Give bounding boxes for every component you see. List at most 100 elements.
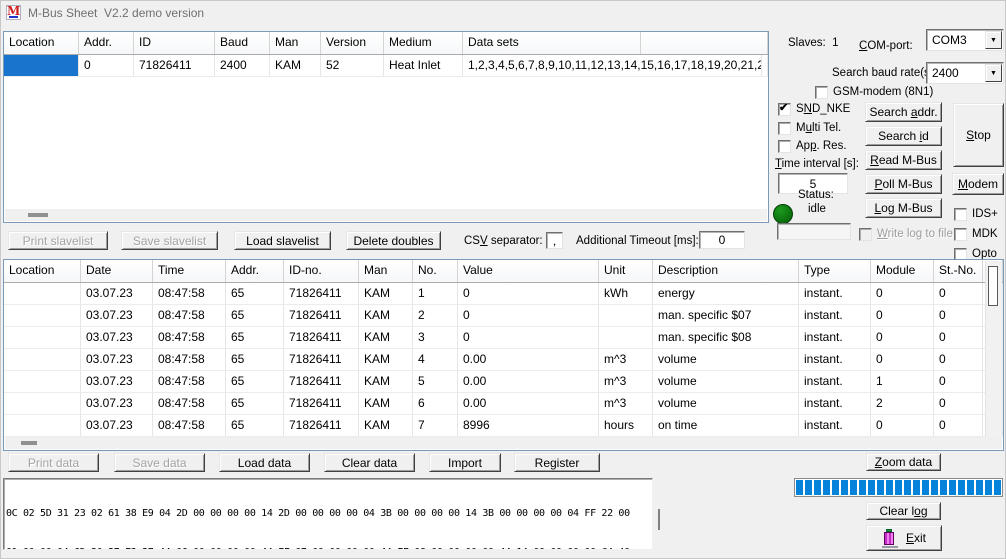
column-header[interactable]: Module xyxy=(871,260,934,282)
checkbox-box[interactable] xyxy=(815,86,828,99)
table-cell[interactable]: energy xyxy=(653,283,799,304)
table-cell[interactable]: 71826411 xyxy=(284,305,359,326)
table-cell[interactable] xyxy=(599,327,653,348)
table-cell[interactable]: 65 xyxy=(226,415,284,436)
table-cell[interactable]: volume xyxy=(653,393,799,414)
table-cell[interactable]: 03.07.23 xyxy=(81,349,153,370)
table-cell[interactable]: 0.00 xyxy=(458,393,599,414)
column-header[interactable]: Type xyxy=(799,260,871,282)
table-cell[interactable]: 0 xyxy=(871,415,934,436)
column-header[interactable] xyxy=(641,32,768,54)
table-cell[interactable]: KAM xyxy=(359,393,413,414)
slave-table-hscrollbar[interactable] xyxy=(5,209,767,221)
table-cell[interactable]: 2 xyxy=(871,393,934,414)
table-cell[interactable]: instant. xyxy=(799,371,871,392)
table-cell[interactable]: man. specific $07 xyxy=(653,305,799,326)
table-cell[interactable]: 08:47:58 xyxy=(153,371,226,392)
hscroll-thumb[interactable] xyxy=(28,213,48,217)
table-row[interactable]: 03.07.2308:47:586571826411KAM50.00m^3vol… xyxy=(4,371,1003,393)
column-header[interactable]: Addr. xyxy=(226,260,284,282)
table-cell[interactable]: 0 xyxy=(458,305,599,326)
poll-mbus-button[interactable]: Poll M-Bus xyxy=(865,174,942,194)
table-row[interactable]: 03.07.2308:47:586571826411KAM78996hourso… xyxy=(4,415,1003,437)
table-cell[interactable]: 08:47:58 xyxy=(153,415,226,436)
table-cell[interactable]: instant. xyxy=(799,415,871,436)
load-slavelist-button[interactable]: Load slavelist xyxy=(234,231,331,250)
table-cell[interactable]: 0.00 xyxy=(458,371,599,392)
csv-separator-input[interactable]: , xyxy=(546,232,563,249)
load-data-button[interactable]: Load data xyxy=(219,453,310,472)
table-cell[interactable]: KAM xyxy=(359,327,413,348)
table-row[interactable]: 03.07.2308:47:586571826411KAM30man. spec… xyxy=(4,327,1003,349)
table-cell[interactable]: 65 xyxy=(226,371,284,392)
exit-button[interactable]: Exit xyxy=(866,525,942,551)
table-cell[interactable]: 0 xyxy=(458,327,599,348)
table-cell[interactable]: 08:47:58 xyxy=(153,327,226,348)
table-cell[interactable]: 0.00 xyxy=(458,349,599,370)
table-cell[interactable]: 03.07.23 xyxy=(81,305,153,326)
table-cell[interactable]: 08:47:58 xyxy=(153,393,226,414)
table-cell[interactable]: instant. xyxy=(799,327,871,348)
column-header[interactable]: Addr. xyxy=(79,32,134,54)
table-cell[interactable]: volume xyxy=(653,371,799,392)
table-cell[interactable]: 03.07.23 xyxy=(81,393,153,414)
table-cell[interactable]: 03.07.23 xyxy=(81,371,153,392)
multi-tel-checkbox[interactable]: Multi Tel. xyxy=(778,122,841,135)
column-header[interactable]: Man xyxy=(359,260,413,282)
table-cell[interactable]: on time xyxy=(653,415,799,436)
com-port-select[interactable]: COM3 ▼ xyxy=(926,29,1004,51)
table-cell[interactable]: 08:47:58 xyxy=(153,283,226,304)
chevron-down-icon[interactable]: ▼ xyxy=(985,31,1002,49)
table-cell[interactable]: 2400 xyxy=(215,55,270,76)
log-mbus-button[interactable]: Log M-Bus xyxy=(865,198,942,218)
table-cell[interactable]: 71826411 xyxy=(134,55,215,76)
vscroll-thumb[interactable] xyxy=(988,266,998,306)
table-cell[interactable] xyxy=(4,327,81,348)
data-table-vscrollbar[interactable] xyxy=(985,261,1002,437)
table-cell[interactable]: 7 xyxy=(413,415,458,436)
baud-rate-select[interactable]: 2400 ▼ xyxy=(926,62,1004,84)
table-cell[interactable]: man. specific $08 xyxy=(653,327,799,348)
table-cell[interactable]: hours xyxy=(599,415,653,436)
table-cell[interactable]: 65 xyxy=(226,305,284,326)
column-header[interactable]: St.-No. xyxy=(934,260,983,282)
table-cell[interactable]: 6 xyxy=(413,393,458,414)
table-cell[interactable]: 52 xyxy=(321,55,384,76)
table-cell[interactable]: KAM xyxy=(359,371,413,392)
hex-log-textarea[interactable]: 0C 02 5D 31 23 02 61 38 E9 04 2D 00 00 0… xyxy=(3,478,653,550)
gsm-modem-checkbox[interactable]: GSM-modem (8N1) xyxy=(815,86,933,99)
table-cell[interactable] xyxy=(4,305,81,326)
titlebar[interactable]: M M-Bus Sheet V2.2 demo version xyxy=(1,1,1005,25)
column-header[interactable]: Date xyxy=(81,260,153,282)
table-cell[interactable]: 0 xyxy=(934,283,983,304)
table-cell[interactable]: 65 xyxy=(226,393,284,414)
table-cell[interactable]: instant. xyxy=(799,283,871,304)
column-header[interactable]: ID xyxy=(134,32,215,54)
table-row[interactable]: 03.07.2308:47:586571826411KAM60.00m^3vol… xyxy=(4,393,1003,415)
ids-checkbox[interactable]: IDS+ xyxy=(954,208,998,221)
table-cell[interactable]: 71826411 xyxy=(284,393,359,414)
table-cell[interactable]: 0 xyxy=(871,305,934,326)
table-cell[interactable]: instant. xyxy=(799,393,871,414)
table-cell[interactable]: 1 xyxy=(413,283,458,304)
table-cell[interactable]: 0 xyxy=(871,283,934,304)
table-cell[interactable]: m^3 xyxy=(599,349,653,370)
table-cell[interactable]: 71826411 xyxy=(284,371,359,392)
table-cell[interactable]: 0 xyxy=(934,415,983,436)
checkbox-box[interactable] xyxy=(778,103,791,116)
column-header[interactable]: Data sets xyxy=(463,32,641,54)
table-cell[interactable]: 4 xyxy=(413,349,458,370)
checkbox-box[interactable] xyxy=(954,208,967,221)
search-id-button[interactable]: Search id xyxy=(865,126,942,146)
column-header[interactable]: Location xyxy=(4,32,79,54)
clear-data-button[interactable]: Clear data xyxy=(324,453,415,472)
table-cell[interactable]: 65 xyxy=(226,349,284,370)
snd-nke-checkbox[interactable]: SND_NKE xyxy=(778,103,850,116)
column-header[interactable]: Man xyxy=(270,32,321,54)
column-header[interactable]: ID-no. xyxy=(284,260,359,282)
column-header[interactable]: Location xyxy=(4,260,81,282)
table-cell[interactable]: 8996 xyxy=(458,415,599,436)
column-header[interactable]: Baud xyxy=(215,32,270,54)
table-cell[interactable]: kWh xyxy=(599,283,653,304)
table-row[interactable]: 03.07.2308:47:586571826411KAM40.00m^3vol… xyxy=(4,349,1003,371)
